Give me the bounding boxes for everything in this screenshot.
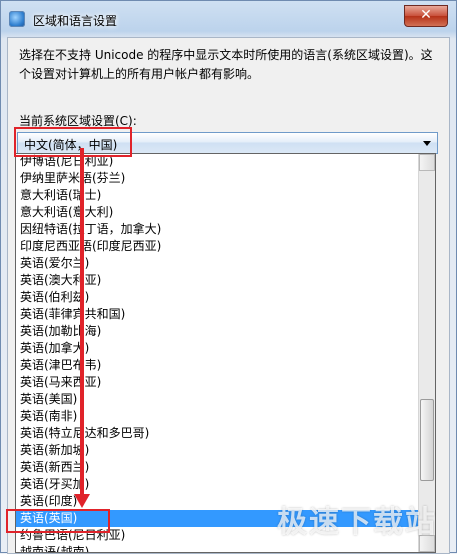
scroll-up-button[interactable] (419, 154, 435, 171)
dropdown-item[interactable]: 英语(伯利兹) (16, 289, 419, 306)
dropdown-item[interactable]: 英语(新加坡) (16, 442, 419, 459)
scroll-thumb[interactable] (420, 399, 434, 481)
annotation-arrow-line (80, 148, 84, 498)
dropdown-item[interactable]: 印度尼西亚语(印度尼西亚) (16, 238, 419, 255)
dropdown-item[interactable]: 意大利语(意大利) (16, 204, 419, 221)
dropdown-item[interactable]: 意大利语(瑞士) (16, 187, 419, 204)
dropdown-item[interactable]: 英语(加拿大) (16, 340, 419, 357)
globe-icon (9, 11, 25, 27)
annotation-arrow-head (74, 494, 90, 508)
dropdown-item[interactable]: 英语(澳大利亚) (16, 272, 419, 289)
dropdown-item[interactable]: 因纽特语(拉丁语，加拿大) (16, 221, 419, 238)
dropdown-item[interactable]: 英语(菲律宾共和国) (16, 306, 419, 323)
dropdown-item[interactable]: 英语(牙买加) (16, 476, 419, 493)
dropdown-scrollbar[interactable] (418, 154, 435, 552)
annotation-box-selected (6, 509, 110, 533)
annotation-box-current (14, 127, 132, 157)
dropdown-item[interactable]: 英语(加勒比海) (16, 323, 419, 340)
dropdown-item[interactable]: 越南语(越南) (16, 544, 419, 552)
chevron-down-icon[interactable] (423, 141, 431, 146)
dropdown-item[interactable]: 英语(马来西亚) (16, 374, 419, 391)
dropdown-item[interactable]: 伊纳里萨米语(芬兰) (16, 170, 419, 187)
description-text: 选择在不支持 Unicode 的程序中显示文本时所使用的语言(系统区域设置)。这… (19, 48, 433, 81)
dropdown-item[interactable]: 英语(特立尼达和多巴哥) (16, 425, 419, 442)
dropdown-item[interactable]: 英语(爱尔兰) (16, 255, 419, 272)
watermark: 极速下载站 (277, 505, 437, 540)
close-button[interactable]: ✕ (404, 5, 448, 27)
dropdown-item[interactable]: 英语(津巴布韦) (16, 357, 419, 374)
dropdown-item[interactable]: 英语(美国) (16, 391, 419, 408)
dropdown-item[interactable]: 英语(新西兰) (16, 459, 419, 476)
dropdown-item[interactable]: 英语(南非) (16, 408, 419, 425)
window-title: 区域和语言设置 (33, 14, 118, 28)
locale-dropdown-list[interactable]: 伊博语(尼日利亚) 伊纳里萨米语(芬兰) 意大利语(瑞士) 意大利语(意大利) 因纽特语… (15, 153, 436, 553)
title-bar[interactable]: 区域和语言设置 ✕ (1, 1, 456, 37)
